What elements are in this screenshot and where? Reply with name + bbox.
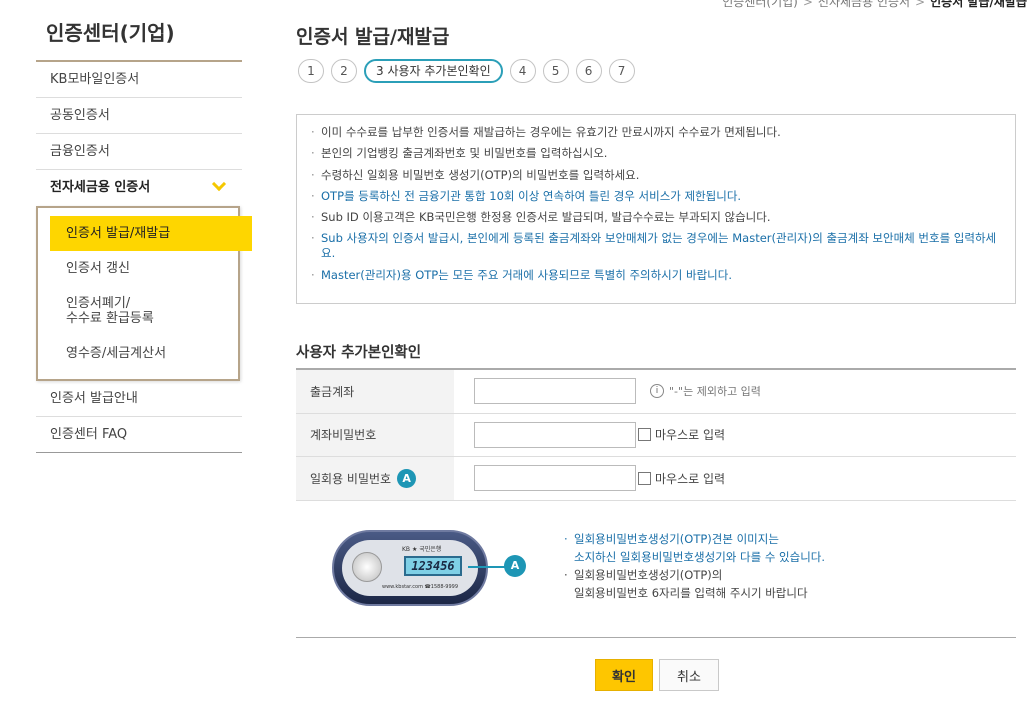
otp-note-line: 일회용비밀번호 6자리를 입력해 주시기 바랍니다 bbox=[574, 586, 808, 600]
breadcrumb: 인증센터(기업) > 전자세금용 인증서 > 인증서 발급/재발급 bbox=[722, 0, 1027, 10]
account-label: 출금계좌 bbox=[296, 370, 454, 413]
otp-input[interactable] bbox=[474, 465, 636, 492]
submenu-item-label: 수수료 환급등록 bbox=[66, 311, 154, 326]
sidebar-item-kb-mobile[interactable]: KB모바일인증서 bbox=[36, 62, 242, 98]
otp-label: 일회용 비밀번호 bbox=[310, 471, 392, 486]
notice-item: 수령하신 일회용 비밀번호 생성기(OTP)의 비밀번호를 입력하세요. bbox=[311, 168, 1001, 183]
sidebar: 인증센터(기업) KB모바일인증서 공동인증서 금융인증서 전자세금용 인증서 … bbox=[36, 16, 252, 453]
info-icon: i bbox=[650, 384, 664, 399]
step-2: 2 bbox=[331, 59, 357, 83]
otp-note-line: 일회용비밀번호생성기(OTP)견본 이미지는 bbox=[564, 530, 984, 548]
page-title: 인증서 발급/재발급 bbox=[296, 26, 450, 48]
notice-item: 이미 수수료를 납부한 인증서를 재발급하는 경우에는 유효기간 만료시까지 수… bbox=[311, 125, 1001, 140]
submenu: 인증서 발급/재발급 인증서 갱신 인증서폐기/ 수수료 환급등록 영수증/세금… bbox=[36, 206, 252, 381]
section-title: 사용자 추가본인확인 bbox=[296, 345, 422, 361]
sidebar-title: 인증센터(기업) bbox=[36, 16, 242, 62]
otp-mouse-checkbox[interactable] bbox=[638, 471, 651, 485]
notice-item: OTP를 등록하신 전 금융기관 통합 10회 이상 연속하여 틀린 경우 서비… bbox=[311, 189, 1001, 204]
sidebar-item-finance-cert[interactable]: 금융인증서 bbox=[36, 134, 242, 170]
otp-device-body: KB ★ 국민은행 123456 www.kbstar.com ☎1588-99… bbox=[332, 530, 488, 606]
account-input[interactable] bbox=[474, 378, 636, 405]
notice-box: 이미 수수료를 납부한 인증서를 재발급하는 경우에는 유효기간 만료시까지 수… bbox=[296, 114, 1016, 304]
password-label: 계좌비밀번호 bbox=[296, 413, 454, 456]
form-row-password: 계좌비밀번호 마우스로 입력 bbox=[296, 413, 1016, 457]
form-row-otp: 일회용 비밀번호 A 마우스로 입력 bbox=[296, 457, 1016, 501]
step-7: 7 bbox=[608, 59, 635, 83]
breadcrumb-item[interactable]: 인증센터(기업) bbox=[722, 0, 798, 9]
otp-button-icon bbox=[352, 552, 382, 582]
notice-item: Master(관리자)용 OTP는 모든 주요 거래에 사용되므로 특별히 주의… bbox=[311, 268, 1001, 283]
sidebar-item-joint-cert[interactable]: 공동인증서 bbox=[36, 98, 242, 134]
otp-badge-icon: A bbox=[397, 468, 417, 488]
step-3-current: 3 사용자 추가본인확인 bbox=[364, 59, 503, 83]
sidebar-item-etax-cert[interactable]: 전자세금용 인증서 bbox=[36, 170, 242, 206]
account-hint: "-"는 제외하고 입력 bbox=[669, 385, 761, 399]
otp-notes: 일회용비밀번호생성기(OTP)견본 이미지는 소지하신 일회용비밀번호생성기와 … bbox=[564, 530, 984, 602]
verification-form: 출금계좌 i "-"는 제외하고 입력 계좌비밀번호 마우스로 입력 일회용 비… bbox=[296, 368, 1016, 501]
notice-item: 본인의 기업뱅킹 출금계좌번호 및 비밀번호를 입력하십시오. bbox=[311, 146, 1001, 161]
submenu-item-revoke[interactable]: 인증서폐기/ 수수료 환급등록 bbox=[50, 286, 238, 336]
sidebar-item-label: 전자세금용 인증서 bbox=[50, 180, 151, 195]
step-indicator: 1 2 3 사용자 추가본인확인 4 5 6 7 bbox=[298, 59, 635, 83]
button-group: 확인 취소 bbox=[595, 659, 719, 691]
submenu-item-renew[interactable]: 인증서 갱신 bbox=[50, 251, 238, 286]
notice-item: Sub ID 이용고객은 KB국민은행 한정용 인증서로 발급되며, 발급수수료… bbox=[311, 210, 1001, 225]
submenu-item-issue[interactable]: 인증서 발급/재발급 bbox=[50, 216, 252, 251]
step-5: 5 bbox=[542, 59, 569, 83]
cancel-button[interactable]: 취소 bbox=[659, 659, 719, 691]
sidebar-item-faq[interactable]: 인증센터 FAQ bbox=[36, 417, 242, 453]
submenu-item-receipt[interactable]: 영수증/세금계산서 bbox=[50, 336, 238, 371]
breadcrumb-item[interactable]: 전자세금용 인증서 bbox=[818, 0, 910, 9]
notice-item: Sub 사용자의 인증서 발급시, 본인에게 등록된 출금계좌와 보안매체가 없… bbox=[311, 231, 1001, 261]
confirm-button[interactable]: 확인 bbox=[595, 659, 653, 691]
otp-callout-line bbox=[468, 566, 508, 568]
otp-mouse-label[interactable]: 마우스로 입력 bbox=[655, 470, 725, 487]
step-1: 1 bbox=[298, 59, 324, 83]
password-mouse-label[interactable]: 마우스로 입력 bbox=[655, 426, 725, 443]
password-input[interactable] bbox=[474, 421, 636, 448]
submenu-item-label: 인증서폐기/ bbox=[66, 296, 131, 311]
otp-device-image: KB ★ 국민은행 123456 www.kbstar.com ☎1588-99… bbox=[332, 528, 540, 610]
otp-note-line: 소지하신 일회용비밀번호생성기와 다를 수 있습니다. bbox=[574, 550, 826, 564]
breadcrumb-current: 인증서 발급/재발급 bbox=[930, 0, 1027, 9]
sidebar-item-issue-guide[interactable]: 인증서 발급안내 bbox=[36, 381, 242, 417]
otp-logo: KB ★ 국민은행 bbox=[402, 546, 442, 553]
step-6: 6 bbox=[575, 59, 602, 83]
otp-callout-icon: A bbox=[504, 555, 526, 577]
chevron-down-icon bbox=[211, 176, 227, 192]
divider bbox=[296, 637, 1016, 638]
otp-screen: 123456 bbox=[404, 556, 462, 576]
otp-url: www.kbstar.com ☎1588-9999 bbox=[382, 584, 459, 590]
password-mouse-checkbox[interactable] bbox=[638, 428, 651, 442]
otp-note-line: 일회용비밀번호생성기(OTP)의 bbox=[564, 566, 984, 584]
form-row-account: 출금계좌 i "-"는 제외하고 입력 bbox=[296, 370, 1016, 414]
step-4: 4 bbox=[509, 59, 536, 83]
